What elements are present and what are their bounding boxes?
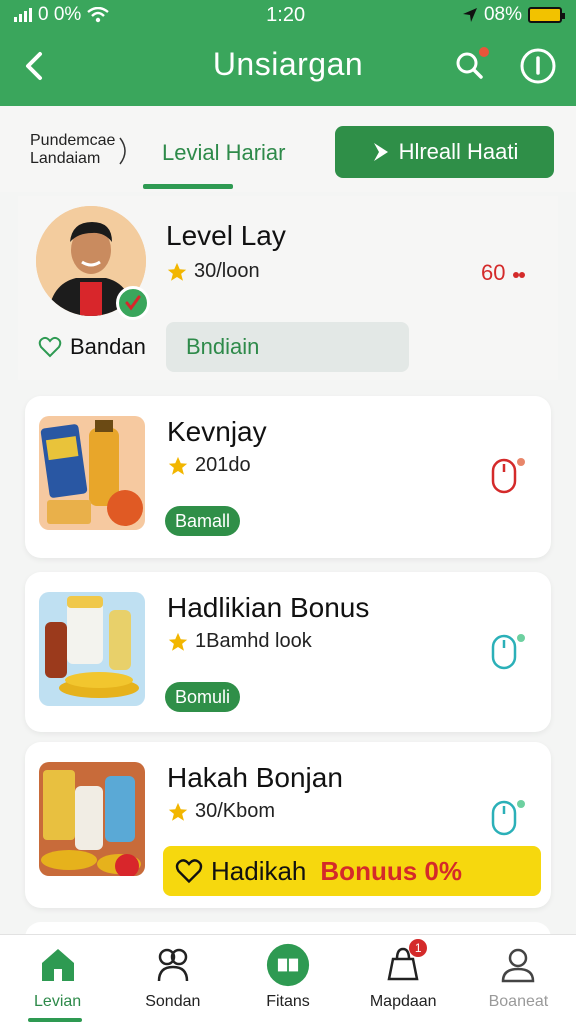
bag-icon: 1 — [381, 939, 428, 987]
user-icon — [496, 943, 540, 987]
star-icon — [168, 802, 188, 821]
chevron-left-icon — [26, 52, 42, 80]
tab-side-line1: Pundemcae — [30, 132, 116, 149]
product-card[interactable]: Kevnjay 201do Bamall — [25, 396, 551, 558]
profile-score-value: 60 — [481, 260, 506, 285]
back-button[interactable] — [18, 44, 58, 88]
product-subtitle-text: 201do — [195, 454, 251, 476]
mouse-icon — [491, 800, 525, 836]
group-icon — [151, 943, 195, 987]
product-subtitle-text: 30/Kbom — [195, 800, 276, 822]
mouse-icon — [491, 634, 525, 670]
location-icon — [462, 8, 477, 22]
cta-label: Hlreall Haati — [398, 139, 519, 164]
heart-icon — [38, 336, 62, 358]
profile-chip[interactable]: Bndiain — [166, 322, 409, 372]
nav-label: Fitans — [266, 993, 310, 1010]
product-thumbnail — [39, 416, 145, 530]
nav-active-indicator — [28, 1018, 82, 1022]
star-icon — [167, 262, 187, 281]
nav-item-group[interactable]: Sondan — [115, 935, 230, 1024]
tab-side[interactable]: Pundemcae Landaiam — [30, 132, 126, 168]
product-subtitle: 30/Kbom — [167, 800, 275, 823]
favorite-button[interactable]: Bandan — [38, 334, 146, 360]
product-thumbnail — [39, 762, 145, 876]
promo-text: Hadikah — [211, 855, 307, 886]
tab-underline — [143, 184, 233, 189]
app-header: Unsiargan — [0, 30, 576, 106]
product-thumbnail — [39, 592, 145, 706]
info-icon — [520, 48, 556, 84]
product-card[interactable]: Hakah Bonjan 30/Kbom Hadikah Bonuus 0% — [25, 742, 551, 908]
search-button[interactable] — [448, 44, 492, 88]
nav-label: Mapdaan — [369, 993, 437, 1010]
battery-text: 08% — [483, 4, 522, 25]
info-button[interactable] — [516, 44, 560, 88]
product-subtitle-text: 1Bamhd look — [195, 630, 312, 652]
profile-name: Level Lay — [166, 220, 286, 251]
cards-icon — [266, 943, 310, 987]
product-badge[interactable]: Bomuli — [165, 682, 241, 712]
star-icon — [168, 456, 188, 475]
product-card[interactable]: Hadlikian Bonus 1Bamhd look Bomuli — [25, 572, 551, 732]
promo-highlight: Bonuus 0% — [320, 855, 462, 886]
product-title: Hakah Bonjan — [167, 762, 343, 793]
profile-subtitle: 30/loon — [166, 260, 260, 283]
star-icon — [168, 632, 188, 651]
product-subtitle: 1Bamhd look — [167, 630, 312, 653]
nav-item-profile[interactable]: Boaneat — [461, 935, 576, 1024]
play-icon — [373, 143, 388, 161]
tab-active[interactable]: Levial Hariar — [162, 140, 286, 166]
product-action-button[interactable] — [487, 456, 527, 496]
verified-badge-icon — [116, 286, 150, 320]
product-badge[interactable]: Bamall — [165, 506, 241, 536]
nav-label: Levian — [34, 993, 82, 1010]
chevron-right-icon — [119, 137, 126, 165]
nav-label: Boaneat — [488, 993, 549, 1010]
nav-item-home[interactable]: Levian — [0, 935, 115, 1024]
signal-icon — [14, 8, 32, 22]
home-icon — [36, 943, 80, 987]
status-bar: 0 0% 1:20 08% — [0, 0, 576, 30]
promo-banner[interactable]: Hadikah Bonuus 0% — [163, 846, 541, 896]
notification-badge: 1 — [409, 939, 428, 957]
mouse-icon — [491, 458, 525, 494]
search-icon — [456, 47, 489, 79]
profile-score: 60 — [481, 260, 526, 286]
nav-label: Sondan — [145, 993, 201, 1010]
heart-icon — [175, 859, 203, 884]
product-title: Hadlikian Bonus — [167, 592, 370, 623]
wifi-icon — [87, 7, 110, 23]
profile-subtitle-text: 30/loon — [194, 260, 260, 282]
clock: 1:20 — [266, 3, 306, 26]
tabs-row: Pundemcae Landaiam Levial Hariar Hlreall… — [0, 106, 576, 192]
battery-icon — [528, 7, 565, 23]
cta-button[interactable]: Hlreall Haati — [335, 126, 554, 178]
profile-card: Level Lay 30/loon 60 Bandan Bndiain — [18, 196, 558, 380]
tab-side-line2: Landaiam — [30, 150, 101, 167]
favorite-label: Bandan — [70, 334, 146, 359]
product-action-button[interactable] — [487, 798, 527, 838]
product-action-button[interactable] — [487, 632, 527, 672]
nav-item-bag[interactable]: 1 Mapdaan — [346, 935, 461, 1024]
product-subtitle: 201do — [167, 454, 251, 477]
signal-text: 0 0% — [38, 4, 82, 25]
bottom-nav: Levian Sondan Fitans 1 Mapdaan Boaneat — [0, 934, 576, 1024]
product-title: Kevnjay — [167, 416, 267, 447]
link-icon — [512, 272, 525, 278]
nav-item-cards[interactable]: Fitans — [230, 935, 345, 1024]
